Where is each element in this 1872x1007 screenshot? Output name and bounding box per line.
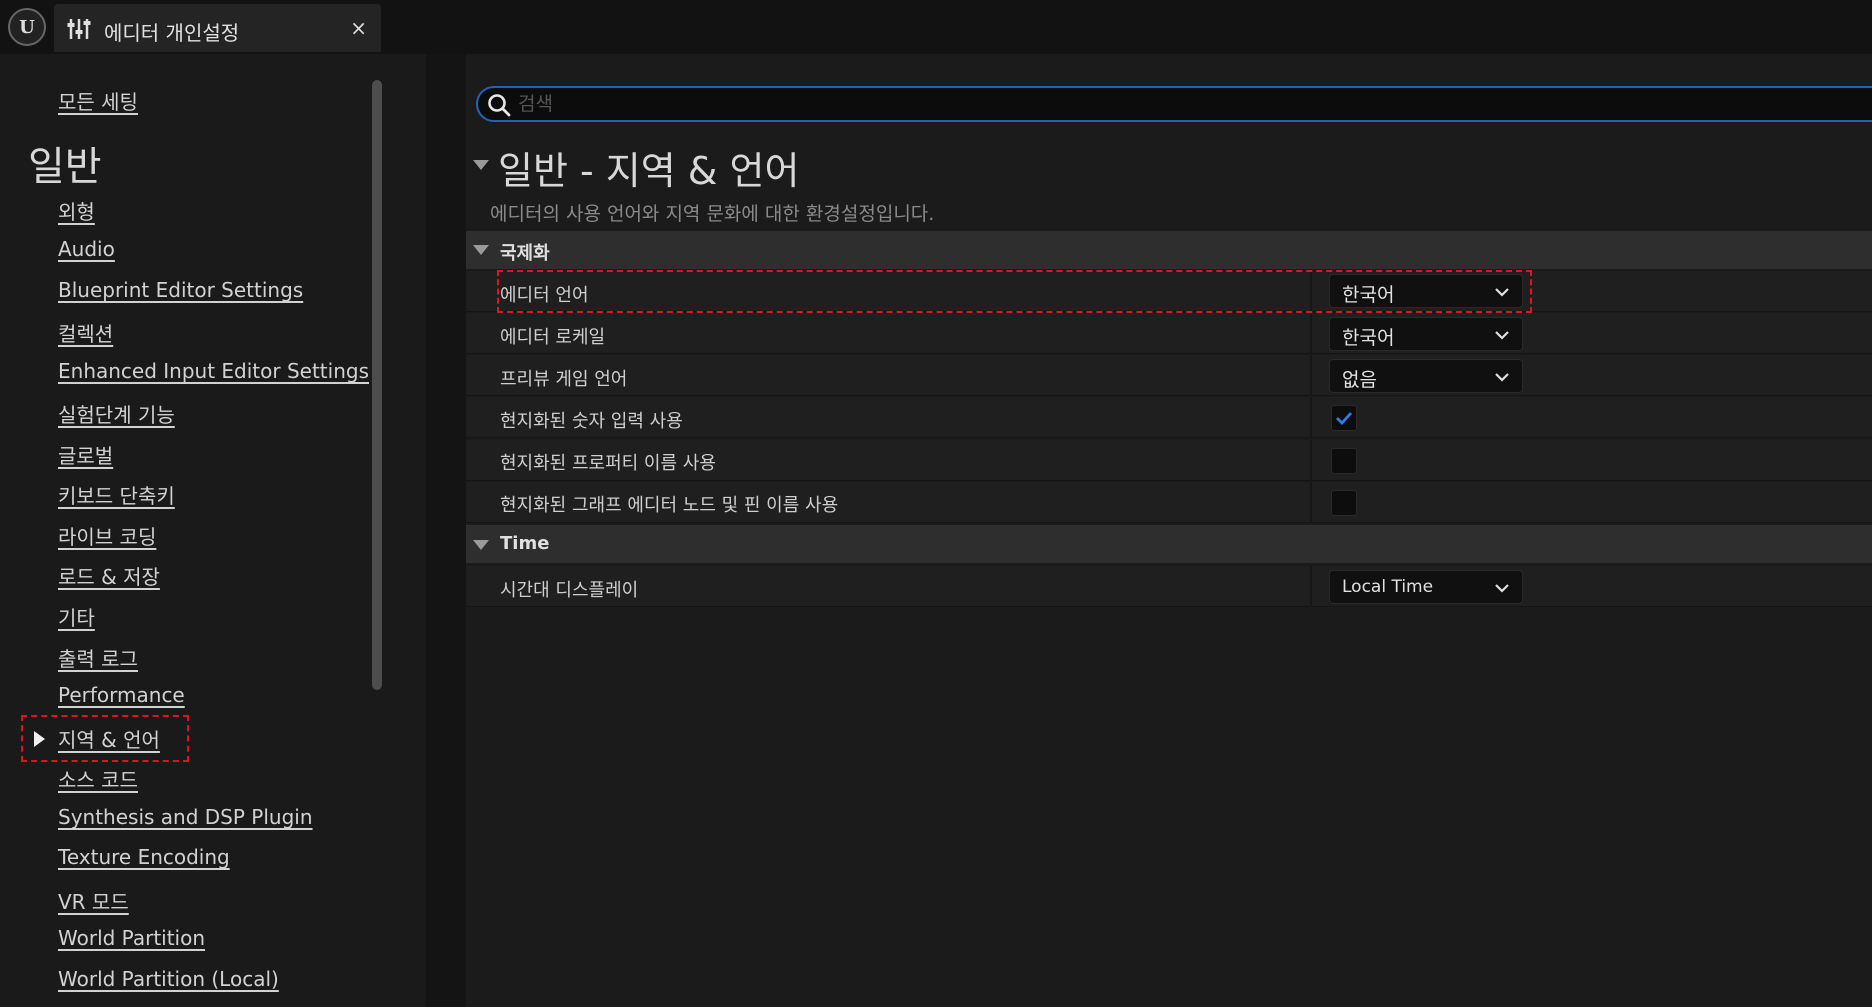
localized-property-names-checkbox[interactable] [1331,448,1357,474]
sidebar-item-texture-encoding[interactable]: Texture Encoding [58,845,230,869]
property-row [466,313,1872,354]
tab-editor-preferences[interactable]: 에디터 개인설정 × [54,4,381,52]
column-divider[interactable] [1310,313,1312,354]
sidebar-item-live-coding[interactable]: 라이브 코딩 [58,521,156,550]
sidebar-item-synthesis-dsp[interactable]: Synthesis and DSP Plugin [58,805,313,829]
property-label: 시간대 디스플레이 [500,580,639,601]
property-label: 현지화된 숫자 입력 사용 [500,411,683,432]
collapse-category-icon[interactable] [473,540,489,550]
sidebar-item-source-code[interactable]: 소스 코드 [58,764,138,793]
property-label: 현지화된 그래프 에디터 노드 및 핀 이름 사용 [500,495,839,516]
sidebar-item-experimental[interactable]: 실험단계 기능 [58,399,175,428]
sidebar-divider[interactable] [426,54,466,1007]
collapse-category-icon[interactable] [473,245,489,255]
chevron-down-icon [1495,373,1509,382]
tab-title: 에디터 개인설정 [104,21,240,45]
column-divider[interactable] [1310,440,1312,481]
close-tab-button[interactable]: × [350,16,367,40]
title-bar: U 에디터 개인설정 × [0,0,1872,54]
sidebar-item-performance[interactable]: Performance [58,683,185,707]
collapse-title-icon[interactable] [473,160,489,170]
property-label: 현지화된 프로퍼티 이름 사용 [500,453,716,474]
search-input[interactable] [518,90,1818,118]
all-settings-link[interactable]: 모든 세팅 [58,86,138,115]
sidebar-item-misc[interactable]: 기타 [58,602,95,631]
sidebar-item-keyboard-shortcuts[interactable]: 키보드 단축키 [58,480,175,509]
sliders-icon [67,19,91,39]
category-label: Time [500,533,550,554]
sidebar-item-collections[interactable]: 컬렉션 [58,318,113,347]
dropdown-value: 한국어 [1342,327,1395,349]
sidebar-item-vr-mode[interactable]: VR 모드 [58,886,129,915]
chevron-down-icon [1495,331,1509,340]
sidebar-item-blueprint-editor-settings[interactable]: Blueprint Editor Settings [58,278,303,302]
property-label: 에디터 로케일 [500,327,606,348]
sidebar-section-heading: 일반 [28,144,102,190]
preview-game-language-dropdown[interactable]: 없음 [1329,359,1523,393]
sidebar-selection-highlight [21,715,189,762]
page-title: 일반 - 지역 & 언어 [498,149,800,193]
property-label: 프리뷰 게임 언어 [500,369,628,390]
editor-language-highlight [497,270,1532,313]
page-description: 에디터의 사용 언어와 지역 문화에 대한 환경설정입니다. [490,203,935,225]
property-row [466,566,1872,607]
unreal-logo-icon[interactable]: U [8,8,46,46]
property-row [466,355,1872,396]
editor-locale-dropdown[interactable]: 한국어 [1329,317,1523,351]
dropdown-value: 없음 [1342,369,1377,391]
search-box[interactable] [476,86,1872,122]
sidebar-item-output-log[interactable]: 출력 로그 [58,643,138,672]
sidebar-item-world-partition[interactable]: World Partition [58,926,205,950]
column-divider[interactable] [1310,355,1312,396]
category-header-time[interactable] [466,525,1872,563]
sidebar-item-load-save[interactable]: 로드 & 저장 [58,561,160,590]
localized-graph-names-checkbox[interactable] [1331,490,1357,516]
checkmark-icon [1336,412,1353,426]
sidebar-item-global[interactable]: 글로벌 [58,440,113,469]
timezone-display-dropdown[interactable]: Local Time [1329,570,1523,604]
sidebar-item-audio[interactable]: Audio [58,237,115,261]
column-divider[interactable] [1310,566,1312,607]
category-label: 국제화 [500,243,550,264]
sidebar-scrollbar[interactable] [372,80,382,690]
column-divider[interactable] [1310,482,1312,523]
sidebar-item-world-partition-local[interactable]: World Partition (Local) [58,967,279,991]
sidebar-item-enhanced-input[interactable]: Enhanced Input Editor Settings [58,359,369,383]
chevron-down-icon [1495,584,1509,593]
dropdown-value: Local Time [1342,577,1434,597]
localized-numeric-input-checkbox[interactable] [1331,405,1357,431]
sidebar-item-appearance[interactable]: 외형 [58,196,95,225]
search-icon [488,94,511,117]
column-divider[interactable] [1310,397,1312,438]
category-header-internationalization[interactable] [466,231,1872,269]
